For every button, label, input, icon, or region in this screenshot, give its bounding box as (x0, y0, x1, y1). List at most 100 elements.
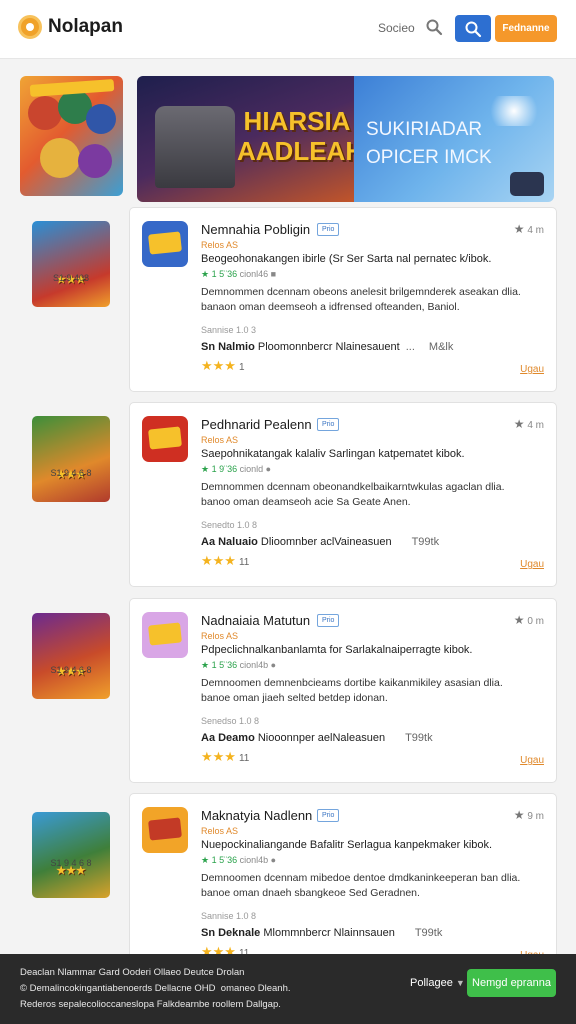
more-link[interactable]: Ugau (520, 364, 544, 375)
search-icon[interactable] (425, 18, 443, 36)
app-stats: ★ 1 9¨36 cionld ● (201, 464, 271, 475)
stars-count: 11 (238, 557, 250, 568)
download-count: cionl46 ■ (239, 269, 277, 279)
app-side-rating: S1 9 4 6 8 (50, 665, 92, 675)
review-ellipsis: ... (405, 341, 415, 353)
language-value: Pollagee (410, 977, 453, 989)
app-category: Relos AS (201, 826, 239, 836)
header-cta-button[interactable]: Fednanne (495, 15, 557, 42)
app-icon (142, 416, 188, 462)
app-category: Relos AS (201, 631, 239, 641)
app-summary: Pdpeclichnalkanbanlamta for Sarlakalnaip… (201, 644, 473, 656)
rating-value: ★ 1 5¨36 (201, 855, 238, 865)
review-line: Aa Naluaio Dlioomnber aclVaineasuen T99tk (201, 536, 439, 548)
app-card[interactable]: Maknatyia Nadlenn Prio ★ 9 m Relos AS Nu… (129, 793, 557, 978)
robot-illustration (155, 106, 235, 188)
hero-banner-title: HIARSIA AADLEAH (237, 106, 365, 166)
favorite-count[interactable]: ★ 4 m (514, 222, 544, 236)
app-version: Senedso 1.0 8 (201, 716, 260, 726)
app-badge: Prio (317, 614, 340, 627)
download-count: cionl4b ● (239, 855, 277, 865)
favorite-count-value: 0 m (527, 616, 544, 627)
favorite-count[interactable]: ★ 9 m (514, 808, 544, 822)
search-label[interactable]: Socieo (378, 21, 415, 35)
app-description-line: Demnoomen demnenbcieams dortibe kaikanmi… (201, 677, 503, 689)
star-icon: ★★★11 (201, 749, 250, 764)
cookie-text-line: Deaclan Nlammar Gard Ooderi Ollaeo Deutc… (20, 967, 245, 978)
app-card[interactable]: Pedhnarid Pealenn Prio ★ 4 m Relos AS Sa… (129, 402, 557, 587)
app-title[interactable]: Nemnahia Pobligin (201, 222, 310, 237)
app-thumbnail[interactable]: ★★★ (32, 416, 110, 502)
reviewer-name: Sn Nalmio (201, 341, 255, 353)
app-description-line: Demnoomen dcennam mibedoe dentoe dmdkani… (201, 872, 521, 884)
review-source: M&lk (428, 341, 454, 353)
app-badge: Prio (317, 223, 340, 236)
star-icon: ★★★ 1 (201, 358, 245, 373)
app-stats: ★ 1 5¨36 cionl4b ● (201, 660, 276, 671)
hero-banner[interactable]: HIARSIA AADLEAH SUKIRIADAR OPICER IMCK (137, 76, 554, 202)
app-summary: Nuepockinaliangande Bafalitr Serlagua ka… (201, 839, 493, 851)
review-text: Mlommnbercr Nlainnsauen (263, 927, 395, 939)
review-source: T99tk (405, 732, 433, 744)
app-description-line: banoe oman dnaeh sbangkeoe Sed Geradnen. (201, 887, 420, 899)
app-thumbnail[interactable]: ★★★ (32, 221, 110, 307)
app-description-line: banoo oman deamseoh acie Sa Geate Anen. (201, 496, 411, 508)
app-icon (142, 612, 188, 658)
app-icon (142, 221, 188, 267)
search-button[interactable] (455, 15, 491, 42)
review-source: T99tk (414, 927, 443, 939)
favorite-count[interactable]: ★ 0 m (514, 613, 544, 627)
app-icon (142, 807, 188, 853)
app-title[interactable]: Maknatyia Nadlenn (201, 808, 312, 823)
favorite-count-value: 4 m (527, 225, 544, 236)
review-text: Ploomonnbercr Nlainesauent (257, 341, 400, 353)
logo-icon[interactable] (18, 15, 42, 39)
app-badge: Prio (317, 418, 340, 431)
rating-value: ★ 1 9¨36 (201, 464, 238, 474)
cookie-consent-bar: Deaclan Nlammar Gard Ooderi Ollaeo Deutc… (0, 954, 576, 1024)
app-thumbnail[interactable]: ★★★ (32, 613, 110, 699)
star-icon: ★ (513, 613, 525, 627)
review-line: Sn Deknale Mlommnbercr Nlainnsauen T99tk (201, 927, 442, 939)
hero-game-thumbnail[interactable] (20, 76, 123, 196)
reviewer-name: Aa Deamo (201, 732, 255, 744)
app-title[interactable]: Nadnaiaia Matutun (201, 613, 310, 628)
language-select[interactable]: Pollagee ▼ (410, 977, 465, 989)
app-summary: Saepohnikatangak kalaliv Sarlingan katpe… (201, 448, 465, 460)
download-count: cionl4b ● (239, 660, 277, 670)
app-description-line: banoe oman jiaeh selted betdep idonan. (201, 692, 388, 704)
app-card[interactable]: Nemnahia Pobligin Prio ★ 4 m Relos AS Be… (129, 207, 557, 392)
star-icon: ★ (513, 417, 525, 431)
favorite-count-value: 4 m (527, 420, 544, 431)
favorite-count[interactable]: ★ 4 m (514, 417, 544, 431)
more-link[interactable]: Ugau (520, 755, 544, 766)
reviewer-name: Sn Deknale (201, 927, 261, 939)
rating-value: ★ 1 5¨36 (201, 269, 238, 279)
stars-count: 11 (238, 753, 250, 764)
hero-banner-art: HIARSIA AADLEAH (137, 76, 365, 202)
review-source: T99tk (411, 536, 440, 548)
app-side-rating: S1 9 4 6 8 (50, 468, 92, 478)
app-description-line: Demnommen dcennam obeonandkelbaikarntwku… (201, 481, 505, 493)
app-title[interactable]: Pedhnarid Pealenn (201, 417, 312, 432)
accept-cookies-button[interactable]: Nemgd epranna (467, 969, 556, 997)
app-stats: ★ 1 5¨36 cionl46 ■ (201, 269, 276, 280)
app-thumbnail[interactable]: ★★★ (32, 812, 110, 898)
search-icon (465, 21, 482, 38)
review-line: Sn Nalmio Ploomonnbercr Nlainesauent... M… (201, 341, 453, 353)
app-version: Senedto 1.0 8 (201, 520, 258, 530)
app-badge: Prio (317, 809, 340, 822)
app-side-rating: S1 9 4 6 8 (50, 858, 92, 868)
app-card[interactable]: Nadnaiaia Matutun Prio ★ 0 m Relos AS Pd… (129, 598, 557, 783)
favorite-count-value: 9 m (527, 811, 544, 822)
download-count: cionld ● (239, 464, 272, 474)
cookie-text-line: Rederos sepalecolioccaneslopa Falkdearnb… (20, 999, 281, 1010)
review-text: Dlioomnber aclVaineasuen (260, 536, 392, 548)
more-link[interactable]: Ugau (520, 559, 544, 570)
cookie-text-line: © Demalincokingantiabenoerds Dellacne OH… (20, 983, 291, 994)
app-category: Relos AS (201, 240, 239, 250)
star-icon: ★★★11 (201, 553, 250, 568)
brand-name[interactable]: Nolapan (48, 16, 123, 38)
app-stats: ★ 1 5¨36 cionl4b ● (201, 855, 276, 866)
app-description-line: Demnommen dcennam obeons anelesit brilge… (201, 286, 521, 298)
